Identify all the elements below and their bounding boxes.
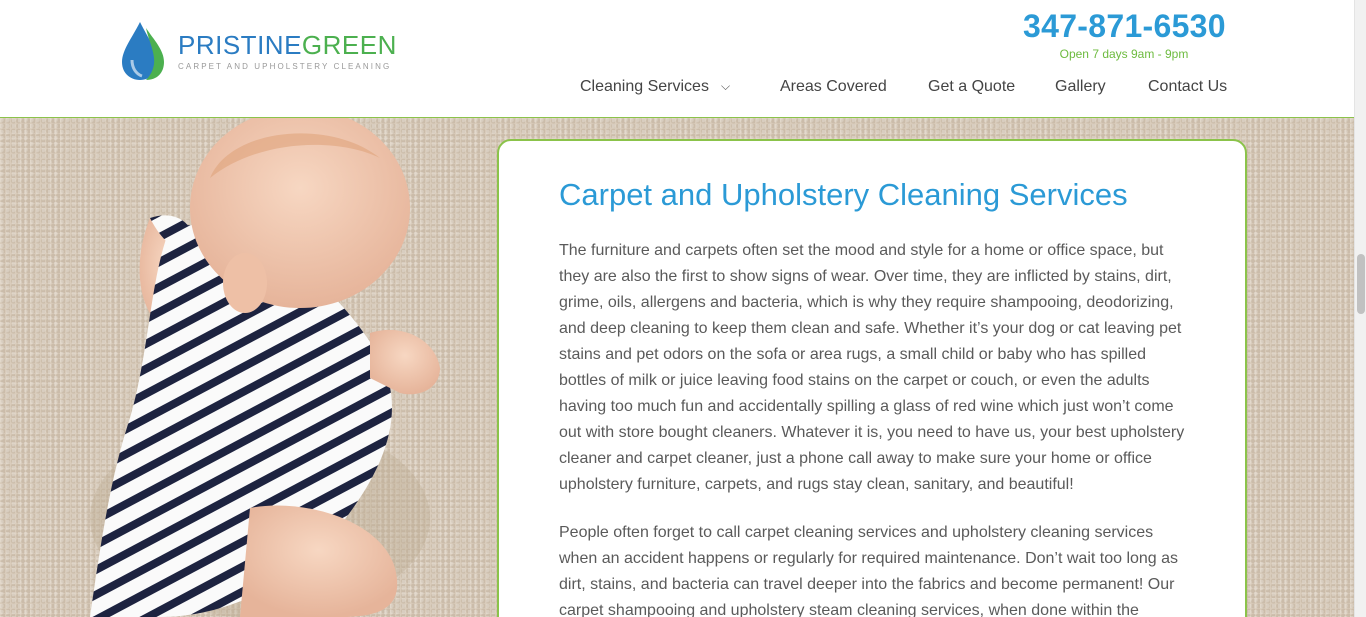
nav-item-label: Get a Quote [928, 78, 1016, 95]
hero-section: Carpet and Upholstery Cleaning Services … [0, 118, 1354, 617]
nav-item-label: Cleaning Services [580, 78, 709, 95]
brand-name-part1: PRISTINE [178, 29, 302, 60]
nav-item-contact-us[interactable]: Contact Us [1148, 78, 1227, 96]
nav-item-get-a-quote[interactable]: Get a Quote [928, 78, 1015, 96]
scrollbar-thumb[interactable] [1357, 254, 1365, 314]
water-drop-logo-icon [122, 22, 164, 80]
page-title: Carpet and Upholstery Cleaning Services [559, 177, 1128, 212]
nav-item-gallery[interactable]: Gallery [1055, 78, 1106, 96]
business-hours: Open 7 days 9am - 9pm [1059, 47, 1189, 61]
baby-on-carpet-image [90, 118, 440, 617]
nav-item-cleaning-services[interactable]: Cleaning Services ⌵ [580, 78, 730, 96]
brand-name-part2: GREEN [301, 29, 397, 60]
page-scrollbar[interactable] [1354, 0, 1366, 617]
logo[interactable]: PRISTINEGREEN CARPET AND UPHOLSTERY CLEA… [120, 20, 397, 82]
chevron-down-icon: ⌵ [720, 79, 731, 93]
nav-item-label: Gallery [1055, 78, 1106, 95]
nav-item-label: Areas Covered [780, 78, 887, 95]
brand-name: PRISTINEGREEN [178, 32, 397, 58]
intro-paragraph: The furniture and carpets often set the … [559, 242, 1185, 493]
second-paragraph: People often forget to call carpet clean… [559, 524, 1179, 617]
content-card: Carpet and Upholstery Cleaning Services … [497, 139, 1247, 617]
site-header: PRISTINEGREEN CARPET AND UPHOLSTERY CLEA… [0, 0, 1354, 118]
brand-tagline: CARPET AND UPHOLSTERY CLEANING [178, 61, 392, 71]
nav-item-areas-covered[interactable]: Areas Covered [780, 78, 887, 96]
nav-item-label: Contact Us [1148, 78, 1228, 95]
phone-number[interactable]: 347-871-6530 [1023, 8, 1233, 45]
